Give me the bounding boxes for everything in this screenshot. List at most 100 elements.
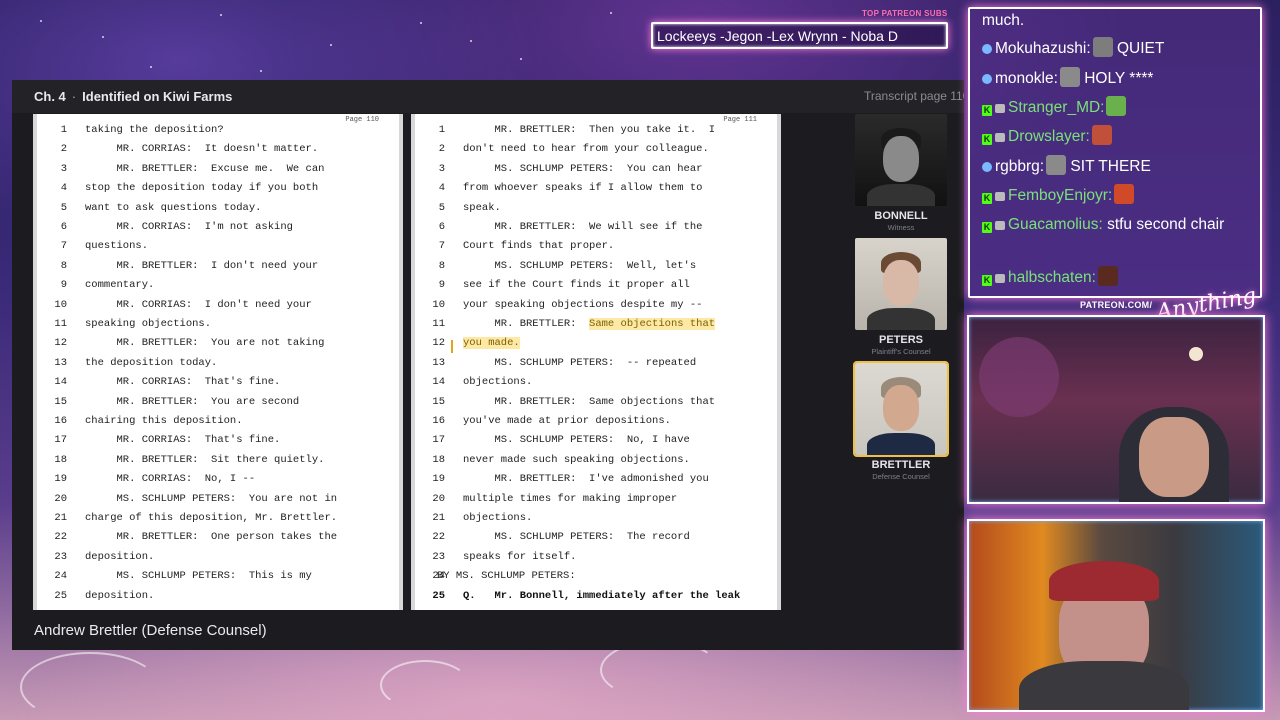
chat-emote-icon bbox=[1046, 155, 1067, 175]
transcript-line: 6 MR. BRETTLER: We will see if the bbox=[415, 221, 777, 240]
transcript-page-left: Page 110 1 taking the deposition? 2 MR. CO… bbox=[33, 114, 403, 610]
transcript-line: 20 multiple times for making improper bbox=[415, 493, 777, 512]
kick-badge-icon: K bbox=[982, 105, 992, 116]
transcript-line: 5 want to ask questions today. bbox=[37, 202, 399, 221]
transcript-line: 25 Q. Mr. Bonnell, immediately after the … bbox=[415, 590, 777, 609]
line-text: deposition. bbox=[85, 550, 155, 563]
page-number-label: Page 111 bbox=[723, 116, 757, 124]
chat-emote-icon bbox=[1091, 125, 1112, 145]
page-number-label: Page 110 bbox=[345, 116, 379, 124]
transcript-line: 20 MS. SCHLUMP PETERS: You are not in bbox=[37, 493, 399, 512]
transcript-line: 4 stop the deposition today if you both bbox=[37, 182, 399, 201]
transcript-line: 9 commentary. bbox=[37, 279, 399, 298]
webcam-host bbox=[967, 519, 1265, 712]
transcript-line: 18 MR. BRETTLER: Sit there quietly. bbox=[37, 454, 399, 473]
line-text: MS. SCHLUMP PETERS: This is my bbox=[85, 570, 312, 583]
transcript-line: 1 taking the deposition? bbox=[37, 124, 399, 143]
line-text: MR. CORRIAS: It doesn't matter. bbox=[85, 143, 319, 156]
chat-badge-icon bbox=[982, 44, 992, 54]
chat-username[interactable]: monokle: bbox=[995, 70, 1058, 87]
sub-badge-icon bbox=[995, 274, 1005, 283]
line-number: 15 bbox=[54, 395, 67, 408]
chat-message: Mokuhazushi: QUIET bbox=[982, 37, 1254, 60]
line-number: 9 bbox=[438, 279, 445, 292]
chat-username[interactable]: rgbbrg: bbox=[995, 158, 1044, 175]
chat-emote-icon bbox=[1106, 96, 1127, 116]
chat-badge-icon bbox=[982, 162, 992, 172]
chat-username[interactable]: Stranger_MD: bbox=[1008, 99, 1104, 116]
sub-badge-icon bbox=[995, 104, 1005, 113]
line-number: 5 bbox=[438, 201, 445, 214]
participant-bonnell[interactable]: BONNELL Witness bbox=[855, 114, 947, 232]
chat-emote-icon bbox=[1114, 184, 1135, 204]
line-text: questions. bbox=[85, 240, 149, 253]
chat-text: much. bbox=[982, 12, 1025, 29]
line-number: 11 bbox=[54, 318, 67, 330]
participant-peters[interactable]: PETERS Plaintiff's Counsel bbox=[855, 238, 947, 356]
line-text: MS. SCHLUMP PETERS: The record bbox=[463, 531, 690, 544]
line-number: 4 bbox=[60, 182, 67, 195]
line-text: MS. SCHLUMP PETERS: No, I have bbox=[463, 434, 690, 447]
transcript-line: 5 speak. bbox=[415, 202, 777, 221]
transcript-line: 23 speaks for itself. bbox=[415, 551, 777, 570]
line-text: never made such speaking objections. bbox=[463, 453, 690, 466]
chat-username[interactable]: Guacamolius: bbox=[1008, 216, 1103, 233]
line-text: MS. SCHLUMP PETERS: You can hear bbox=[463, 162, 703, 175]
line-number: 6 bbox=[438, 221, 445, 233]
line-number: 14 bbox=[54, 376, 67, 389]
line-number: 16 bbox=[432, 415, 445, 427]
chat-message: monokle: HOLY **** bbox=[982, 67, 1254, 90]
chat-username[interactable]: halbschaten: bbox=[1008, 269, 1096, 286]
line-number: 17 bbox=[432, 434, 445, 447]
line-text: MR. BRETTLER: You are second bbox=[85, 395, 300, 408]
transcript-viewer: Ch. 4 · Identified on Kiwi Farms Transcrip… bbox=[12, 80, 964, 650]
line-text: MR. BRETTLER: One person takes the bbox=[85, 531, 338, 544]
transcript-line: 12 you made. bbox=[415, 337, 777, 356]
line-text: don't need to hear from your colleague. bbox=[463, 143, 709, 156]
transcript-line: 10 your speaking objections despite my -- bbox=[415, 299, 777, 318]
chat-message: Khalbschaten: bbox=[982, 266, 1254, 289]
line-number: 7 bbox=[60, 240, 67, 253]
line-text: stop the deposition today if you both bbox=[85, 182, 319, 195]
line-number: 9 bbox=[60, 279, 67, 292]
transcript-line: 15 MR. BRETTLER: You are second bbox=[37, 396, 399, 415]
line-number: 22 bbox=[54, 531, 67, 544]
line-text: taking the deposition? bbox=[85, 124, 224, 136]
participant-name: BRETTLER bbox=[871, 459, 931, 471]
transcript-line: 1 MR. BRETTLER: Then you take it. I bbox=[415, 124, 777, 143]
line-text: see if the Court finds it proper all bbox=[463, 279, 690, 292]
patreon-subs-names: Lockeeys -Jegon -Lex Wrynn - Noba D bbox=[657, 28, 898, 44]
line-number: 5 bbox=[60, 201, 67, 214]
highlight-marker bbox=[451, 340, 453, 354]
line-text: MR. BRETTLER: Same objections that bbox=[463, 318, 716, 330]
transcript-line: 10 MR. CORRIAS: I don't need your bbox=[37, 299, 399, 318]
transcript-line: 13 MS. SCHLUMP PETERS: -- repeated bbox=[415, 357, 777, 376]
line-text: MR. CORRIAS: I don't need your bbox=[85, 298, 312, 311]
chat-emote-icon bbox=[1097, 266, 1118, 286]
chat-username[interactable]: Mokuhazushi: bbox=[995, 40, 1091, 57]
line-text: objections. bbox=[463, 376, 533, 389]
line-number: 10 bbox=[54, 298, 67, 311]
line-number: 12 bbox=[54, 337, 67, 350]
line-number: 8 bbox=[438, 259, 445, 272]
line-number: 20 bbox=[432, 492, 445, 505]
participant-brettler[interactable]: BRETTLER Defense Counsel bbox=[853, 361, 949, 481]
chat-overlay: much. Mokuhazushi: QUIET monokle: HOLY ***… bbox=[968, 7, 1262, 298]
chat-username[interactable]: FemboyEnjoyr: bbox=[1008, 187, 1112, 204]
transcript-line: 17 MR. CORRIAS: That's fine. bbox=[37, 434, 399, 453]
line-text: MR. BRETTLER: Same objections that bbox=[463, 395, 716, 408]
line-text: MR. BRETTLER: I don't need your bbox=[85, 259, 319, 272]
chat-text: HOLY **** bbox=[1079, 70, 1154, 87]
transcript-line: 24 BY MS. SCHLUMP PETERS: bbox=[415, 570, 777, 589]
transcript-line: 23 deposition. bbox=[37, 551, 399, 570]
line-number: 3 bbox=[60, 162, 67, 175]
participant-photo bbox=[855, 114, 947, 206]
line-text: Court finds that proper. bbox=[463, 240, 615, 253]
line-number: 1 bbox=[60, 124, 67, 136]
line-number: 24 bbox=[54, 570, 67, 583]
line-text: MS. SCHLUMP PETERS: -- repeated bbox=[463, 356, 697, 369]
chat-message: rgbbrg: SIT THERE bbox=[982, 155, 1254, 178]
chat-username[interactable]: Drowslayer: bbox=[1008, 128, 1090, 145]
transcript-line: 3 MR. BRETTLER: Excuse me. We can bbox=[37, 163, 399, 182]
participant-photo bbox=[855, 238, 947, 330]
